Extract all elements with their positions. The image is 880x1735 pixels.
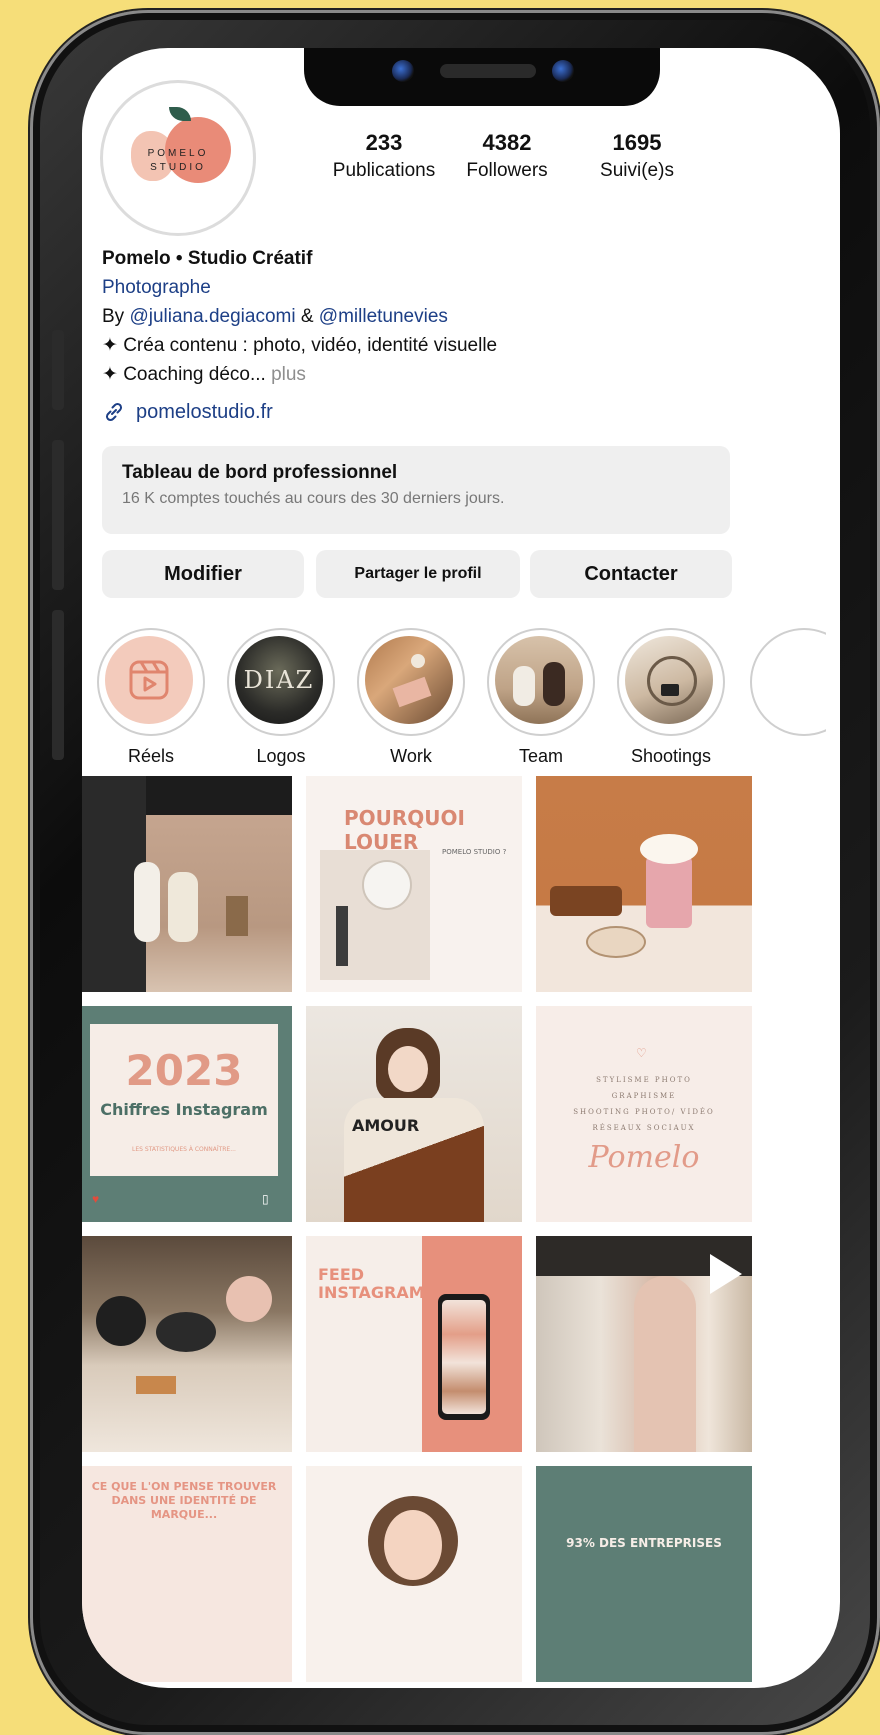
website-text: pomelostudio.fr xyxy=(136,400,273,423)
post-title: 93% DES ENTREPRISES xyxy=(566,1536,722,1550)
post-tile[interactable]: ♡ STYLISME PHOTO GRAPHISME SHOOTING PHOT… xyxy=(536,1006,752,1222)
highlight-shootings[interactable]: Shootings xyxy=(616,628,726,767)
highlight-logos[interactable]: DIAZ Logos xyxy=(226,628,336,767)
sensor-icon xyxy=(552,60,574,82)
highlight-ring xyxy=(487,628,595,736)
stat-number: 4382 xyxy=(482,130,532,155)
post-tile[interactable] xyxy=(306,1466,522,1682)
highlight-label: Team xyxy=(518,746,563,766)
highlight-cover xyxy=(495,636,583,724)
highlight-ring xyxy=(97,628,205,736)
post-tile[interactable]: AMOUR xyxy=(306,1006,522,1222)
highlight-label: Logos xyxy=(256,746,306,766)
post-line: GRAPHISME xyxy=(611,1092,677,1100)
profile-bio: Pomelo • Studio Créatif Photographe By @… xyxy=(102,244,822,389)
website-link[interactable]: pomelostudio.fr xyxy=(102,400,273,424)
bio-authors: By @juliana.degiacomi & @milletunevies xyxy=(102,302,822,331)
heart-icon: ♥ xyxy=(92,1192,100,1206)
post-subtitle: POMELO STUDIO ? xyxy=(442,848,507,856)
front-camera-icon xyxy=(392,60,414,82)
highlight-team[interactable]: Team xyxy=(486,628,596,767)
notch xyxy=(304,48,660,106)
post-tile[interactable]: FEED INSTAGRAM xyxy=(306,1236,522,1452)
post-subtitle: LES STATISTIQUES À CONNAÎTRE... xyxy=(132,1146,236,1153)
post-tile[interactable] xyxy=(536,776,752,992)
post-tile[interactable] xyxy=(536,1236,752,1452)
post-tile[interactable]: CE QUE L'ON PENSE TROUVER DANS UNE IDENT… xyxy=(82,1466,292,1682)
stat-number: 233 xyxy=(365,130,403,155)
bio-line: ✦ Créa contenu : photo, vidéo, identité … xyxy=(102,335,498,356)
highlight-label: Réels xyxy=(127,746,175,766)
post-title: CE QUE L'ON PENSE TROUVER DANS UNE IDENT… xyxy=(91,1480,277,1521)
highlight-ring xyxy=(750,628,826,736)
post-line: STYLISME PHOTO xyxy=(596,1076,692,1084)
volume-up-button xyxy=(52,440,64,590)
post-title: FEED INSTAGRAM xyxy=(318,1265,425,1302)
mute-switch xyxy=(52,330,64,410)
contact-button[interactable]: Contacter xyxy=(530,550,732,598)
profile-name: Pomelo • Studio Créatif xyxy=(102,248,313,269)
mention-link[interactable]: @juliana.degiacomi xyxy=(129,306,295,327)
highlight-work[interactable]: Work xyxy=(356,628,466,767)
bio-by: By xyxy=(102,306,130,327)
professional-dashboard[interactable]: Tableau de bord professionnel 16 K compt… xyxy=(102,446,730,534)
stat-number: 1695 xyxy=(612,130,662,155)
post-tile[interactable]: POURQUOI LOUER POMELO STUDIO ? xyxy=(306,776,522,992)
stat-publications[interactable]: 233 Publications xyxy=(324,130,444,182)
post-tile[interactable]: 2023 Chiffres Instagram LES STATISTIQUES… xyxy=(82,1006,292,1222)
reel-play-icon xyxy=(710,1254,742,1294)
stat-following[interactable]: 1695 Suivi(e)s xyxy=(582,130,692,182)
dashboard-title: Tableau de bord professionnel xyxy=(122,462,398,483)
highlight-partial[interactable] xyxy=(746,628,826,736)
post-line: SHOOTING PHOTO/ VIDÉO xyxy=(573,1108,715,1116)
post-year: 2023 xyxy=(125,1046,243,1095)
highlight-ring xyxy=(617,628,725,736)
highlight-ring xyxy=(357,628,465,736)
reels-icon xyxy=(129,660,169,700)
share-profile-button[interactable]: Partager le profil xyxy=(316,550,520,598)
highlight-cover: DIAZ xyxy=(235,636,323,724)
post-title: Chiffres Instagram xyxy=(100,1100,268,1119)
stat-label: Publications xyxy=(332,160,436,181)
stat-label: Suivi(e)s xyxy=(600,160,674,181)
highlight-label: Work xyxy=(390,746,432,766)
bio-amp: & xyxy=(295,306,319,327)
highlight-ring: DIAZ xyxy=(227,628,335,736)
post-line: RÉSEAUX SOCIAUX xyxy=(592,1124,696,1132)
link-icon xyxy=(105,402,123,422)
edit-profile-button[interactable]: Modifier xyxy=(102,550,304,598)
post-tile[interactable] xyxy=(82,776,292,992)
post-tile[interactable] xyxy=(82,1236,292,1452)
heart-icon: ♡ xyxy=(636,1046,647,1060)
highlight-cover xyxy=(625,636,713,724)
volume-down-button xyxy=(52,610,64,760)
speaker xyxy=(440,64,536,78)
highlight-cover xyxy=(105,636,193,724)
avatar-logo-text: POMELO STUDIO xyxy=(147,148,209,173)
dashboard-subtitle: 16 K comptes touchés au cours des 30 der… xyxy=(122,490,505,507)
highlight-label: Shootings xyxy=(630,746,712,766)
post-title: POURQUOI LOUER xyxy=(344,806,465,854)
highlight-reels[interactable]: Réels xyxy=(96,628,206,767)
leaf-icon xyxy=(169,107,191,121)
post-tile[interactable]: 93% DES ENTREPRISES xyxy=(536,1466,752,1682)
post-sweater-text: AMOUR xyxy=(352,1116,420,1135)
screen: POMELO STUDIO 233 Publications 4382 Foll… xyxy=(82,48,840,1688)
bio-more-link[interactable]: plus xyxy=(266,364,306,385)
avatar: POMELO STUDIO xyxy=(113,93,243,223)
bookmark-icon: ▯ xyxy=(262,1192,269,1206)
stat-label: Followers xyxy=(466,160,548,181)
highlight-cover xyxy=(365,636,453,724)
profile-category[interactable]: Photographe xyxy=(102,273,822,302)
stat-followers[interactable]: 4382 Followers xyxy=(452,130,562,182)
post-signature: Pomelo xyxy=(588,1140,700,1175)
mention-link[interactable]: @milletunevies xyxy=(319,306,448,327)
profile-avatar[interactable]: POMELO STUDIO xyxy=(100,80,256,236)
bio-line: ✦ Coaching déco... plus xyxy=(102,360,822,389)
bio-line-text: ✦ Coaching déco... xyxy=(102,364,266,385)
